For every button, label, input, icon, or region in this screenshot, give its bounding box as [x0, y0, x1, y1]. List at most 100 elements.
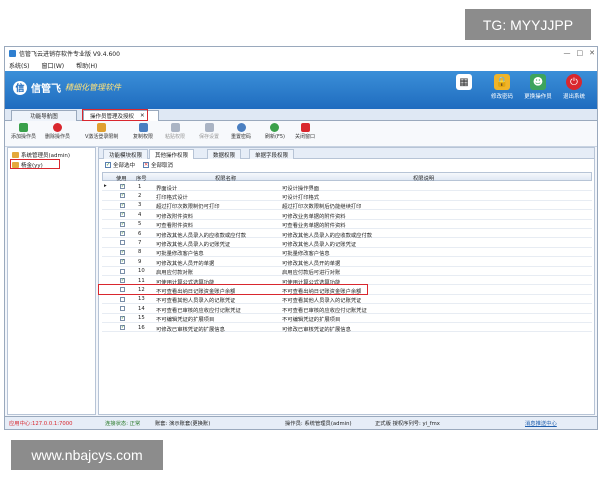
status-connection: 连接状态: 正常 — [105, 421, 141, 427]
close-button[interactable]: ✕ — [589, 49, 595, 57]
menu-system[interactable]: 系统(S) — [9, 61, 30, 70]
cell-name: 不可查看已审核的应收应付记账凭证 — [156, 307, 241, 314]
row-checkbox[interactable] — [120, 268, 125, 274]
save-settings-button[interactable]: 保存设置 — [199, 123, 219, 140]
row-pointer-icon: ▸ — [104, 183, 107, 189]
cell-no: 10 — [138, 268, 145, 275]
tree-item-admin[interactable]: 系统管理员(admin) — [12, 151, 70, 159]
close-window-icon — [300, 123, 310, 132]
reset-password-label: 重置密码 — [231, 134, 252, 140]
row-checkbox[interactable]: ✓ — [120, 249, 125, 255]
reset-password-button[interactable]: 重置密码 — [231, 123, 251, 140]
menu-window[interactable]: 窗口(W) — [42, 61, 65, 70]
add-operator-label: 添加操作员 — [11, 134, 37, 140]
row-checkbox[interactable]: ✓ — [120, 278, 125, 283]
table-row[interactable]: ✓ 15 不可编辑凭证的扩展项目 不可编辑凭证的扩展项目 — [102, 314, 592, 323]
table-row[interactable]: 10 启用应付款对账 启用应付款后可进行对账 — [102, 267, 592, 276]
save-icon — [204, 123, 214, 132]
cell-name: 打印格式设计 — [156, 194, 188, 201]
login-restriction-label: V激活登录限制 — [85, 134, 119, 140]
cell-no: 2 — [138, 192, 142, 199]
cell-no: 1 — [138, 183, 142, 190]
cell-name: 启用应付款对账 — [156, 270, 194, 277]
watermark-bottom-left: www.nbajcys.com — [11, 440, 163, 470]
logo: 信 信管飞 精细化管理软件 — [13, 80, 121, 95]
row-checkbox[interactable]: ✓ — [120, 325, 125, 330]
subtab-other-label: 其他操作权限 — [155, 152, 189, 159]
cell-name: 可修改其他人员录入的应收款或应付款 — [156, 232, 247, 239]
cell-desc: 可设计打印格式 — [282, 194, 320, 201]
cell-desc: 启用应付款后可进行对账 — [282, 270, 341, 277]
grid-header: 使用 序号 权限名称 权限说明 — [102, 172, 592, 182]
key-icon — [97, 123, 107, 132]
subtab-field-permission[interactable]: 单据字段权限 — [249, 149, 295, 159]
menu-bar: 系统(S) 窗口(W) 帮助(H) — [5, 60, 597, 71]
tab-navigation[interactable]: 功能导航图 — [11, 110, 77, 121]
deselect-all-button[interactable]: ✕ 全部取消 — [143, 161, 173, 169]
table-row[interactable]: ✓ 3 超过打印次数限制仍可打印 超过打印次数限制后仍能继续打印 — [102, 201, 592, 210]
cell-name: 可修改已审核凭证的扩展信息 — [156, 326, 225, 333]
table-row[interactable]: ✓ 2 打印格式设计 可设计打印格式 — [102, 191, 592, 201]
row-checkbox[interactable] — [120, 240, 125, 246]
copy-icon — [138, 123, 148, 132]
menu-help[interactable]: 帮助(H) — [76, 61, 97, 70]
table-row[interactable]: 14 不可查看已审核的应收应付记账凭证 不可查看已审核的应收应付记账凭证 — [102, 304, 592, 314]
row-checkbox[interactable] — [120, 296, 125, 302]
table-row[interactable]: ✓ 5 可查看附件资料 可查看业务单据的附件资料 — [102, 220, 592, 229]
status-license: 正式版 授权序列号: yi_fmx — [375, 421, 440, 427]
cell-no: 15 — [138, 315, 145, 322]
calendar-button[interactable]: ▦ — [445, 74, 483, 107]
table-row[interactable]: 7 可修改其他人员录入的记账凭证 可修改其他人员录入的记账凭证 — [102, 238, 592, 248]
add-operator-button[interactable]: 添加操作员 — [11, 123, 36, 140]
cell-name: 界面设计 — [156, 185, 178, 192]
col-no: 序号 — [136, 176, 147, 182]
row-checkbox[interactable]: ✓ — [120, 315, 125, 321]
close-window-label: 关闭窗口 — [295, 134, 316, 140]
change-password-button[interactable]: 🔒 修改密码 — [483, 74, 521, 107]
row-checkbox[interactable] — [120, 306, 125, 312]
row-checkbox[interactable]: ✓ — [120, 202, 125, 208]
table-row[interactable]: 13 不可查看其他人员录入的记账凭证 不可查看其他人员录入的记账凭证 — [102, 295, 592, 304]
subtab-field-label: 单据字段权限 — [255, 152, 289, 159]
copy-permission-button[interactable]: 复制权限 — [133, 123, 153, 140]
tree-item-admin-label: 系统管理员(admin) — [21, 153, 71, 159]
table-row[interactable]: ✓ 8 可批量修改客户信息 可批量修改客户信息 — [102, 248, 592, 257]
row-checkbox[interactable]: ✓ — [120, 212, 125, 218]
row-checkbox[interactable]: ✓ — [120, 184, 125, 189]
select-all-button[interactable]: ✓ 全部选中 — [105, 161, 135, 169]
subtab-data-permission[interactable]: 数据权限 — [207, 149, 242, 159]
delete-operator-button[interactable]: 删除操作员 — [45, 123, 70, 140]
cell-desc: 可设计操作界面 — [282, 185, 320, 192]
paste-permission-button[interactable]: 粘贴权限 — [165, 123, 185, 140]
row-checkbox[interactable]: ✓ — [120, 221, 125, 227]
save-settings-label: 保存设置 — [199, 134, 220, 140]
subtab-module-permission[interactable]: 功能模块权限 — [103, 149, 149, 159]
minimize-button[interactable]: — — [564, 49, 571, 57]
close-window-button[interactable]: 关闭窗口 — [295, 123, 315, 140]
table-row[interactable]: ✓ 16 可修改已审核凭证的扩展信息 可修改已审核凭证的扩展信息 — [102, 323, 592, 333]
table-row[interactable]: ✓ 6 可修改其他人员录入的应收款或应付款 可修改其他人员录入的应收款或应付款 — [102, 229, 592, 239]
subtab-bar: 功能模块权限 其他操作权限 数据权限 单据字段权限 — [99, 148, 594, 159]
window-title: 信管飞云进销存软件专业版 V9.4.600 — [19, 51, 120, 58]
table-row[interactable]: ✓ 4 可修改附件资料 可修改业务单据的附件资料 — [102, 210, 592, 220]
refresh-button[interactable]: 刷新(F5) — [265, 123, 285, 140]
table-row[interactable]: ✓ 9 可修改其他人员开的单据 可修改其他人员开的单据 — [102, 257, 592, 267]
login-restriction-button[interactable]: V激活登录限制 — [85, 123, 118, 140]
row-checkbox[interactable]: ✓ — [120, 259, 125, 265]
cell-no: 7 — [138, 239, 142, 246]
status-bar: 应用中心:127.0.0.1:7000 连接状态: 正常 账套: 演示账套(更换… — [5, 416, 597, 429]
status-operator: 操作员: 系统管理员(admin) — [285, 421, 352, 427]
switch-operator-button[interactable]: ☻ 更换操作员 — [519, 74, 557, 107]
subtab-other-permission[interactable]: 其他操作权限 — [149, 149, 195, 159]
cell-desc: 可修改已审核凭证的扩展信息 — [282, 326, 351, 333]
add-icon — [19, 123, 28, 132]
row-checkbox[interactable]: ✓ — [120, 231, 125, 236]
select-all-label: 全部选中 — [113, 162, 136, 169]
cell-desc: 可批量修改客户信息 — [282, 251, 330, 258]
table-row[interactable]: ▸ ✓ 1 界面设计 可设计操作界面 — [102, 182, 592, 192]
status-message-center[interactable]: 消息推送中心 — [525, 419, 557, 427]
exit-system-button[interactable]: ⏻ 退出系统 — [555, 74, 593, 107]
cell-no: 6 — [138, 230, 142, 237]
row-checkbox[interactable]: ✓ — [120, 193, 125, 199]
maximize-button[interactable]: □ — [577, 49, 584, 57]
